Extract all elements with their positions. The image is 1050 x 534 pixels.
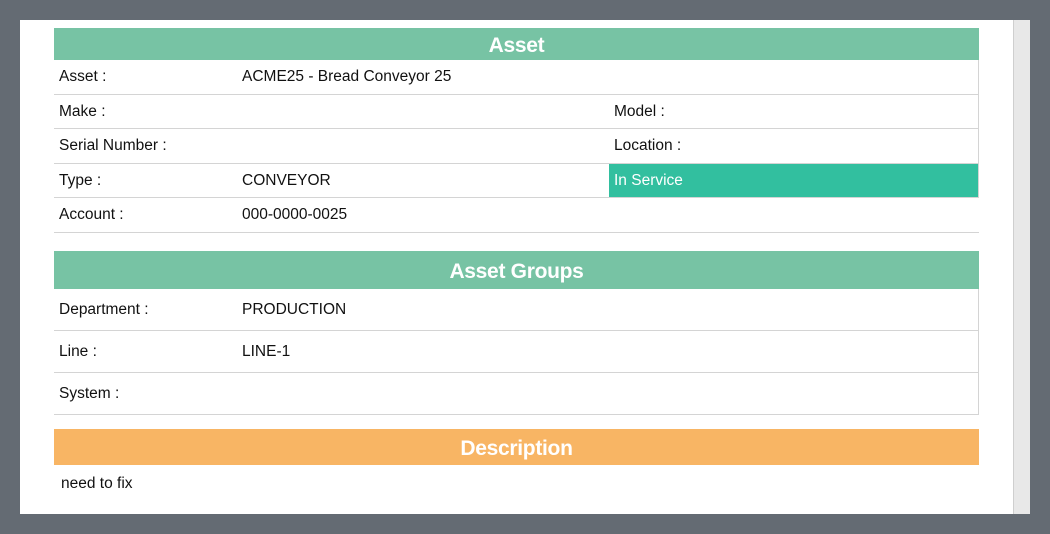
system-label: System : [59, 384, 120, 402]
asset-section: Asset Asset : ACME25 - Bread Conveyor 25… [54, 28, 979, 233]
type-value: CONVEYOR [242, 171, 331, 189]
status-badge: In Service [609, 164, 978, 197]
line-row: Line : LINE-1 [54, 331, 979, 373]
serial-row: Serial Number : Location : [54, 129, 979, 164]
type-label: Type : [59, 171, 102, 189]
department-label: Department : [59, 300, 149, 318]
model-label: Model : [614, 102, 665, 120]
type-row: Type : CONVEYOR In Service [54, 164, 979, 198]
serial-number-label: Serial Number : [59, 137, 167, 154]
department-row: Department : PRODUCTION [54, 289, 979, 331]
account-label: Account : [59, 206, 124, 223]
make-row: Make : Model : [54, 95, 979, 129]
asset-groups-header: Asset Groups [54, 251, 979, 289]
asset-label: Asset : [59, 68, 107, 85]
asset-row: Asset : ACME25 - Bread Conveyor 25 [54, 60, 979, 95]
account-row: Account : 000-0000-0025 [54, 198, 979, 233]
account-value: 000-0000-0025 [242, 206, 348, 223]
description-text: need to fix [61, 475, 133, 492]
line-value: LINE-1 [242, 342, 291, 360]
line-label: Line : [59, 342, 97, 360]
system-row: System : [54, 373, 979, 415]
description-header: Description [54, 429, 979, 465]
asset-value: ACME25 - Bread Conveyor 25 [242, 68, 452, 85]
location-label: Location : [614, 137, 682, 154]
department-value: PRODUCTION [242, 300, 347, 318]
asset-header: Asset [54, 28, 979, 60]
make-label: Make : [59, 102, 106, 120]
report-page: Asset Asset : ACME25 - Bread Conveyor 25… [20, 20, 1013, 514]
vertical-scrollbar[interactable] [1013, 20, 1030, 514]
description-section: Description need to fix [54, 429, 979, 493]
asset-groups-section: Asset Groups Department : PRODUCTION Lin… [54, 251, 979, 415]
